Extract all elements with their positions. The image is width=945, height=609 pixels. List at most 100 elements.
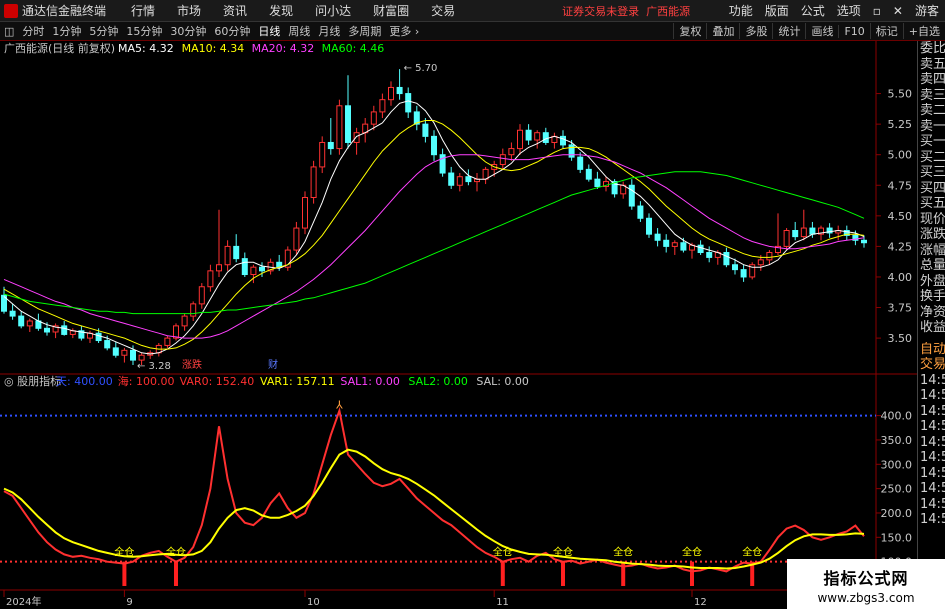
tick-time: 14:56 bbox=[920, 512, 945, 527]
menu-options[interactable]: 选项 bbox=[837, 2, 861, 19]
stats-button[interactable]: 统计 bbox=[772, 23, 805, 39]
multi-stock-button[interactable]: 多股 bbox=[739, 23, 772, 39]
candle-body bbox=[534, 132, 541, 141]
trade-label[interactable]: 交易 bbox=[918, 357, 945, 373]
ma-legend-item: MA10: 4.34 bbox=[182, 42, 245, 55]
f10-button[interactable]: F10 bbox=[838, 24, 869, 38]
candle-body bbox=[198, 286, 205, 305]
candle-body bbox=[224, 245, 231, 266]
candle-body bbox=[181, 315, 188, 327]
price-tick-label: 3.75 bbox=[888, 302, 913, 315]
x-axis-label: 2024年 bbox=[6, 595, 41, 608]
menu-layout[interactable]: 版面 bbox=[765, 2, 789, 19]
period-5min[interactable]: 5分钟 bbox=[89, 23, 118, 39]
period-1min[interactable]: 1分钟 bbox=[52, 23, 81, 39]
menu-quotes[interactable]: 行情 bbox=[131, 2, 155, 19]
candle-body bbox=[663, 239, 670, 247]
restore-rights-button[interactable]: 复权 bbox=[673, 23, 706, 39]
sidebar-item: 买三 bbox=[920, 165, 945, 180]
period-15min[interactable]: 15分钟 bbox=[126, 23, 162, 39]
period-multi[interactable]: 多周期 bbox=[348, 23, 381, 39]
candle-body bbox=[302, 196, 308, 229]
period-daily[interactable]: 日线 bbox=[258, 23, 280, 39]
candle-body bbox=[732, 264, 738, 271]
period-60min[interactable]: 60分钟 bbox=[214, 23, 250, 39]
candle-body bbox=[422, 123, 429, 137]
price-tick-label: 3.50 bbox=[888, 332, 913, 345]
menu-wealth[interactable]: 财富圈 bbox=[373, 2, 409, 19]
menu-discover[interactable]: 发现 bbox=[269, 2, 293, 19]
indicator-legend-item: 天: 400.00 bbox=[56, 375, 113, 388]
full-position-label: 全仓 bbox=[613, 546, 633, 559]
candle-body bbox=[792, 230, 799, 238]
candle-body bbox=[706, 252, 713, 258]
menu-trade[interactable]: 交易 bbox=[431, 2, 455, 19]
candle-body bbox=[499, 154, 506, 165]
indicator-tick-label: 300.0 bbox=[881, 458, 913, 471]
candle-body bbox=[594, 178, 601, 187]
candle-body bbox=[396, 86, 403, 95]
user-label[interactable]: 游客 bbox=[915, 2, 939, 19]
kline-chart[interactable]: 5.50 5.25 5.00 4.75 4.50 4.25 4.00 3.75 3.50 400.… bbox=[0, 41, 917, 609]
menu-market[interactable]: 市场 bbox=[177, 2, 201, 19]
candle-body bbox=[508, 148, 515, 156]
price-tick-label: 5.00 bbox=[888, 149, 913, 162]
period-tick[interactable]: 分时 bbox=[22, 23, 44, 39]
candle-body bbox=[568, 144, 575, 158]
period-30min[interactable]: 30分钟 bbox=[170, 23, 206, 39]
menu-formula[interactable]: 公式 bbox=[801, 2, 825, 19]
x-axis-label: 9 bbox=[126, 597, 132, 608]
ma-legend-item: MA5: 4.32 bbox=[118, 42, 174, 55]
right-menu: 功能 版面 公式 选项 ▫ ✕ 游客 bbox=[723, 0, 945, 21]
tick-time: 14:56 bbox=[920, 450, 945, 465]
watermark-title: 指标公式网 bbox=[823, 569, 909, 588]
mark-button[interactable]: 标记 bbox=[869, 23, 903, 39]
menu-ask[interactable]: 问小达 bbox=[315, 2, 351, 19]
candle-body bbox=[345, 105, 351, 143]
low-price-label: ← 3.28 bbox=[137, 361, 171, 372]
price-tick-label: 5.25 bbox=[888, 118, 913, 131]
indicator-tick-label: 350.0 bbox=[881, 434, 913, 447]
indicator-legend-item: SAL: 0.00 bbox=[476, 375, 529, 388]
period-weekly[interactable]: 周线 bbox=[288, 23, 310, 39]
minimize-icon[interactable]: ▫ bbox=[873, 4, 881, 18]
candle-body bbox=[164, 337, 171, 346]
candle-body bbox=[61, 325, 68, 335]
indicator-legend-item: VAR0: 152.40 bbox=[180, 375, 255, 388]
draw-line-button[interactable]: 画线 bbox=[805, 23, 838, 39]
sidebar-item: 净资 bbox=[920, 304, 945, 320]
candle-body bbox=[456, 176, 463, 186]
add-watchlist-button[interactable]: +自选 bbox=[902, 23, 945, 39]
period-monthly[interactable]: 月线 bbox=[318, 23, 340, 39]
sidebar-item: 委比 bbox=[920, 41, 945, 56]
collapse-icon[interactable]: ◫ bbox=[4, 25, 14, 38]
period-more[interactable]: 更多 › bbox=[389, 23, 419, 39]
candle-body bbox=[327, 141, 334, 150]
candle-body bbox=[577, 156, 584, 170]
price-tick-label: 4.50 bbox=[888, 210, 913, 223]
auto-trade-toggle[interactable]: 自动 bbox=[918, 342, 945, 358]
watermark-banner: 指标公式网 www.zbgs3.com bbox=[787, 559, 945, 609]
event-marker-finance: 财 bbox=[268, 358, 278, 371]
title-bar: 通达信金融终端 行情 市场 资讯 发现 问小达 财富圈 交易 证券交易未登录 广… bbox=[0, 0, 945, 22]
overlay-button[interactable]: 叠加 bbox=[706, 23, 739, 39]
candle-body bbox=[723, 252, 730, 266]
sidebar-item: 涨幅 bbox=[920, 242, 945, 258]
candle-body bbox=[800, 227, 807, 238]
indicator-tick-label: 150.0 bbox=[881, 531, 913, 544]
login-warning[interactable]: 证券交易未登录 广西能源 bbox=[562, 3, 690, 19]
candle-body bbox=[250, 266, 257, 276]
buy-signal-bar bbox=[122, 561, 127, 586]
ma60-line bbox=[3, 171, 865, 315]
candle-body bbox=[207, 270, 214, 288]
tick-time: 14:56 bbox=[920, 372, 945, 388]
full-position-label: 全仓 bbox=[682, 546, 702, 559]
candle-body bbox=[388, 86, 394, 101]
menu-news[interactable]: 资讯 bbox=[223, 2, 247, 19]
candle-body bbox=[241, 258, 248, 276]
menu-function[interactable]: 功能 bbox=[729, 2, 753, 19]
close-icon[interactable]: ✕ bbox=[893, 4, 903, 18]
sidebar-item: 涨跌 bbox=[920, 227, 945, 242]
buy-signal-bar bbox=[690, 561, 694, 586]
watermark-url: www.zbgs3.com bbox=[817, 591, 915, 605]
